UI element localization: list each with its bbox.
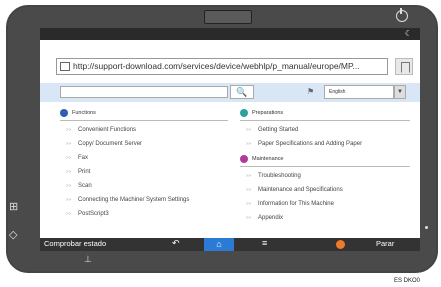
list-item[interactable]: Getting Started	[240, 124, 410, 138]
list-item[interactable]: Print	[60, 166, 228, 180]
touch-screen: ☾ http://support-download.com/services/d…	[40, 28, 420, 251]
home-icon[interactable]: ⌂	[204, 238, 234, 251]
settings-hardware-icon[interactable]: ◇	[9, 228, 17, 241]
section-heading-preparations: Preparations	[240, 108, 410, 118]
list-item[interactable]: PostScript3	[60, 208, 228, 222]
search-button[interactable]: 🔍	[230, 85, 254, 99]
divider	[240, 120, 410, 121]
functions-column: Functions Convenient Functions Copy/ Doc…	[60, 108, 228, 222]
indicator-dot	[425, 226, 428, 229]
section-bullet-icon	[60, 109, 68, 117]
list-item[interactable]: Convenient Functions	[60, 124, 228, 138]
url-text: http://support-download.com/services/dev…	[73, 61, 360, 71]
info-column: Preparations Getting Started Paper Speci…	[240, 108, 410, 226]
section-heading-maintenance: Maintenance	[240, 154, 410, 164]
search-icon: 🔍	[236, 87, 248, 97]
stop-icon[interactable]	[336, 240, 345, 249]
top-hardware-button[interactable]	[204, 10, 252, 24]
stop-button[interactable]: Parar	[376, 239, 394, 248]
page-icon	[60, 62, 70, 71]
list-item[interactable]: Paper Specifications and Adding Paper	[240, 138, 410, 152]
list-item[interactable]: Scan	[60, 180, 228, 194]
section-bullet-icon	[240, 155, 248, 163]
search-input[interactable]	[60, 86, 228, 98]
browser-view: http://support-download.com/services/dev…	[40, 40, 420, 238]
list-item[interactable]: Fax	[60, 152, 228, 166]
back-icon[interactable]: ↶	[172, 238, 180, 249]
energy-saver-icon[interactable]: ⊥	[84, 254, 92, 265]
home-hardware-icon[interactable]: ⊞	[9, 200, 18, 213]
url-bar[interactable]: http://support-download.com/services/dev…	[56, 58, 388, 75]
section-heading-functions: Functions	[60, 108, 228, 118]
language-icon: ⚑	[307, 87, 315, 96]
bottom-nav-bar: Comprobar estado ↶ ⌂ ≡ Parar	[40, 238, 420, 251]
menu-icon[interactable]: ≡	[262, 238, 267, 248]
chevron-down-icon[interactable]: ▼	[394, 85, 406, 99]
list-item[interactable]: Appendix	[240, 212, 410, 226]
divider	[60, 120, 228, 121]
check-status-button[interactable]: Comprobar estado	[44, 239, 106, 248]
list-item[interactable]: Information for This Machine	[240, 198, 410, 212]
figure-code: ES DKO0	[394, 278, 421, 284]
system-status-bar: ☾	[40, 28, 420, 40]
list-item[interactable]: Copy/ Document Server	[60, 138, 228, 152]
power-icon[interactable]	[396, 8, 408, 22]
bookmark-icon[interactable]	[395, 58, 413, 75]
list-item[interactable]: Troubleshooting	[240, 170, 410, 184]
section-bullet-icon	[240, 109, 248, 117]
divider	[240, 166, 410, 167]
language-select[interactable]: English	[324, 85, 394, 99]
list-item[interactable]: Maintenance and Specifications	[240, 184, 410, 198]
list-item[interactable]: Connecting the Machine/ System Settings	[60, 194, 228, 208]
night-mode-icon: ☾	[404, 29, 412, 38]
